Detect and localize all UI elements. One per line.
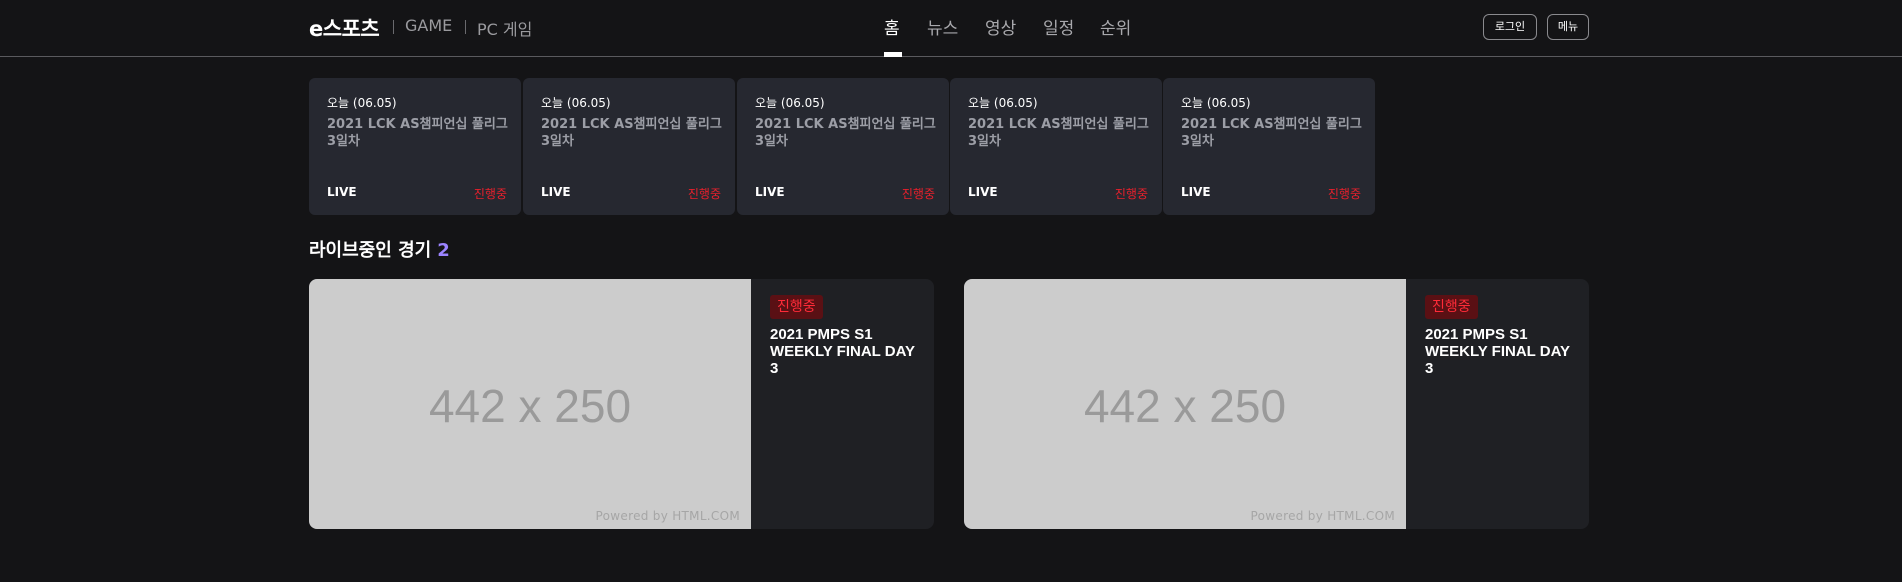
status-badge: 진행중 [901, 187, 935, 201]
match-title[interactable]: 2021 PMPS S1 WEEKLY FINAL DAY 3 [1425, 326, 1575, 377]
schedule-card[interactable]: 오늘 (06.05) 2021 LCK AS챔피언십 풀리그 3일차 LIVE … [1163, 78, 1375, 215]
nav-news[interactable]: 뉴스 [927, 14, 958, 39]
breadcrumb-separator [393, 20, 394, 34]
schedule-card[interactable]: 오늘 (06.05) 2021 LCK AS챔피언십 풀리그 3일차 LIVE … [737, 78, 949, 215]
thumbnail-credit: Powered by HTML.COM [1250, 509, 1395, 523]
login-button[interactable]: 로그인 [1483, 14, 1537, 40]
live-section-title: 라이브중인 경기 2 [309, 236, 450, 262]
schedule-date: 오늘 (06.05) [1181, 96, 1251, 110]
status-badge: 진행중 [1425, 295, 1478, 319]
live-match-card[interactable]: 442 x 250 Powered by HTML.COM 진행중 2021 P… [964, 279, 1589, 529]
site-header: e스포츠 GAME PC 게임 홈 뉴스 영상 일정 순위 로그인 메뉴 [0, 0, 1902, 57]
schedule-title: 2021 LCK AS챔피언십 풀리그 3일차 [541, 117, 722, 149]
live-count: 2 [437, 240, 450, 261]
schedule-card[interactable]: 오늘 (06.05) 2021 LCK AS챔피언십 풀리그 3일차 LIVE … [309, 78, 521, 215]
live-section-label: 라이브중인 경기 [309, 240, 432, 261]
schedule-card[interactable]: 오늘 (06.05) 2021 LCK AS챔피언십 풀리그 3일차 LIVE … [523, 78, 735, 215]
schedule-title: 2021 LCK AS챔피언십 풀리그 3일차 [968, 117, 1149, 149]
schedule-date: 오늘 (06.05) [327, 96, 397, 110]
match-thumbnail[interactable]: 442 x 250 Powered by HTML.COM [309, 279, 751, 529]
live-match-card[interactable]: 442 x 250 Powered by HTML.COM 진행중 2021 P… [309, 279, 934, 529]
schedule-date: 오늘 (06.05) [968, 96, 1038, 110]
live-label: LIVE [327, 185, 357, 199]
status-badge: 진행중 [473, 187, 507, 201]
nav-home[interactable]: 홈 [884, 14, 900, 39]
schedule-card[interactable]: 오늘 (06.05) 2021 LCK AS챔피언십 풀리그 3일차 LIVE … [950, 78, 1162, 215]
thumbnail-credit: Powered by HTML.COM [595, 509, 740, 523]
logo[interactable]: e스포츠 [309, 13, 380, 43]
schedule-date: 오늘 (06.05) [541, 96, 611, 110]
live-label: LIVE [968, 185, 998, 199]
breadcrumb-pc-game[interactable]: PC 게임 [477, 16, 532, 40]
live-label: LIVE [755, 185, 785, 199]
schedule-title: 2021 LCK AS챔피언십 풀리그 3일차 [755, 117, 936, 149]
live-label: LIVE [541, 185, 571, 199]
status-badge: 진행중 [1327, 187, 1361, 201]
live-label: LIVE [1181, 185, 1211, 199]
thumbnail-placeholder-text: 442 x 250 [428, 380, 632, 432]
breadcrumb-separator [465, 20, 466, 34]
menu-button[interactable]: 메뉴 [1547, 14, 1589, 40]
schedule-title: 2021 LCK AS챔피언십 풀리그 3일차 [327, 117, 508, 149]
status-badge: 진행중 [1114, 187, 1148, 201]
nav-active-indicator [884, 52, 902, 57]
thumbnail-placeholder-text: 442 x 250 [1083, 380, 1287, 432]
match-title[interactable]: 2021 PMPS S1 WEEKLY FINAL DAY 3 [770, 326, 920, 377]
nav-schedule[interactable]: 일정 [1043, 14, 1074, 39]
schedule-title: 2021 LCK AS챔피언십 풀리그 3일차 [1181, 117, 1362, 149]
nav-ranking[interactable]: 순위 [1100, 14, 1131, 39]
status-badge: 진행중 [687, 187, 721, 201]
breadcrumb-game[interactable]: GAME [405, 16, 452, 35]
status-badge: 진행중 [770, 295, 823, 319]
schedule-date: 오늘 (06.05) [755, 96, 825, 110]
nav-video[interactable]: 영상 [985, 14, 1016, 39]
match-thumbnail[interactable]: 442 x 250 Powered by HTML.COM [964, 279, 1406, 529]
